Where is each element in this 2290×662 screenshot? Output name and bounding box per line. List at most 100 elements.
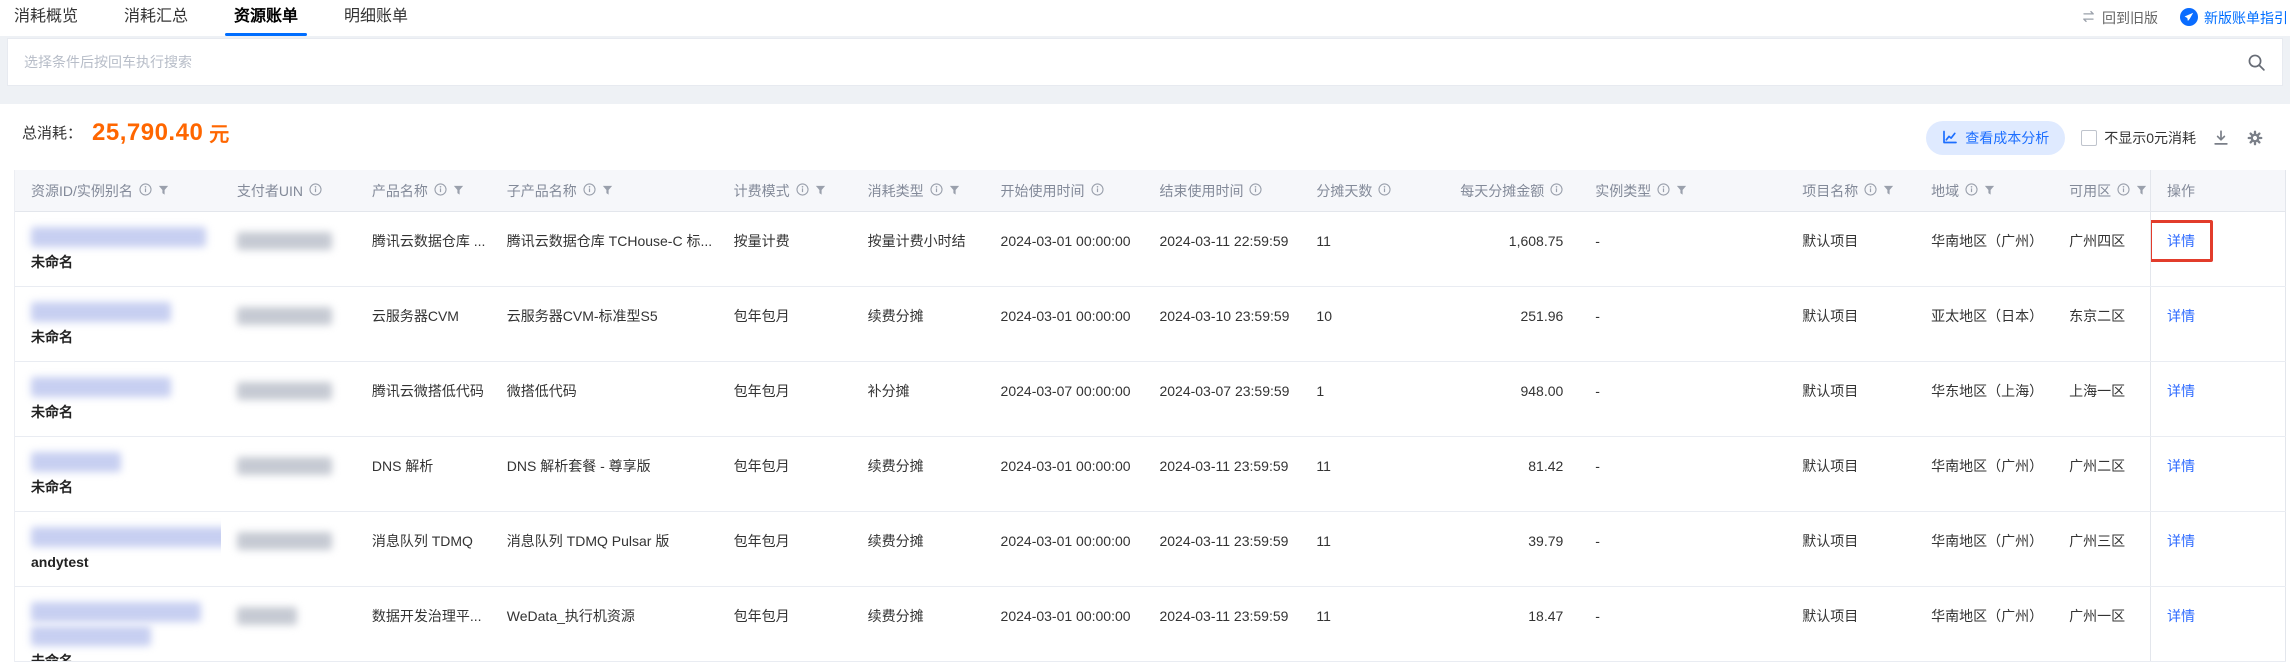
filter-icon[interactable] bbox=[815, 183, 826, 199]
back-to-old-version-link[interactable]: 回到旧版 bbox=[2081, 8, 2158, 28]
payer-uin-cell bbox=[221, 587, 356, 661]
detail-link[interactable]: 详情 bbox=[2167, 308, 2195, 324]
info-icon[interactable] bbox=[1657, 182, 1670, 199]
consume-type-cell: 续费分摊 bbox=[867, 308, 924, 324]
detail-link[interactable]: 详情 bbox=[2167, 608, 2195, 624]
end-time-cell: 2024-03-07 23:59:59 bbox=[1159, 383, 1290, 399]
instance-alias: andytest bbox=[31, 554, 89, 570]
info-icon[interactable] bbox=[434, 182, 447, 199]
filter-icon[interactable] bbox=[2136, 183, 2147, 199]
daily-amount-cell: 1,608.75 bbox=[1508, 233, 1564, 249]
billing-mode-cell: 包年包月 bbox=[733, 608, 790, 624]
detail-link[interactable]: 详情 bbox=[2151, 220, 2214, 262]
tab-consumption-overview[interactable]: 消耗概览 bbox=[14, 0, 78, 36]
column-header-label: 每天分摊金额 bbox=[1460, 182, 1545, 199]
info-icon[interactable] bbox=[139, 182, 152, 199]
info-icon[interactable] bbox=[1550, 182, 1563, 199]
tab-consumption-summary[interactable]: 消耗汇总 bbox=[124, 0, 188, 36]
info-icon[interactable] bbox=[1249, 182, 1263, 199]
search-icon[interactable] bbox=[2247, 53, 2266, 72]
project-name-cell: 默认项目 bbox=[1802, 308, 1859, 324]
resource-id-link-redacted[interactable] bbox=[31, 527, 221, 547]
table-row: 未命名 腾讯云数据仓库 ... 腾讯云数据仓库 TCHouse-C 标... 按… bbox=[15, 212, 2286, 287]
filter-icon[interactable] bbox=[158, 183, 169, 199]
daily-amount-cell: 18.47 bbox=[1528, 608, 1564, 624]
info-icon[interactable] bbox=[583, 182, 596, 199]
search-input[interactable] bbox=[8, 54, 2247, 70]
sub-product-cell: 云服务器CVM-标准型S5 bbox=[506, 308, 658, 324]
end-time-cell: 2024-03-11 23:59:59 bbox=[1159, 608, 1289, 624]
filter-icon[interactable] bbox=[949, 183, 960, 199]
filter-icon[interactable] bbox=[1883, 183, 1894, 199]
info-icon[interactable] bbox=[309, 182, 322, 199]
column-header: 分摊天数 bbox=[1300, 170, 1442, 211]
project-name-cell: 默认项目 bbox=[1802, 458, 1859, 474]
region-cell: 华南地区（广州） bbox=[1931, 458, 2044, 474]
resource-id-cell: andytest bbox=[15, 512, 221, 586]
product-name-cell: 消息队列 TDMQ bbox=[371, 533, 473, 549]
info-icon[interactable] bbox=[930, 182, 943, 199]
end-time-cell: 2024-03-10 23:59:59 bbox=[1159, 308, 1290, 324]
sub-product-cell: 腾讯云数据仓库 TCHouse-C 标... bbox=[506, 233, 713, 249]
hide-zero-checkbox[interactable] bbox=[2081, 130, 2098, 146]
tab-detail-bill[interactable]: 明细账单 bbox=[344, 0, 408, 36]
info-icon[interactable] bbox=[1378, 182, 1391, 199]
daily-amount-cell: 948.00 bbox=[1520, 383, 1564, 399]
amortize-days-cell: 1 bbox=[1316, 383, 1325, 399]
region-cell: 亚太地区（日本） bbox=[1931, 308, 2044, 324]
resource-id-link-redacted[interactable] bbox=[31, 452, 121, 472]
instance-type-cell: - bbox=[1595, 383, 1600, 399]
product-name-cell: 数据开发治理平... bbox=[371, 608, 482, 624]
payer-uin-redacted bbox=[236, 607, 297, 625]
filter-icon[interactable] bbox=[602, 183, 613, 199]
filter-icon[interactable] bbox=[1676, 183, 1687, 199]
column-header-label: 项目名称 bbox=[1802, 182, 1859, 199]
tab-bar-right: 回到旧版 新版账单指引 bbox=[2081, 0, 2288, 36]
info-icon[interactable] bbox=[796, 182, 809, 199]
info-icon[interactable] bbox=[1864, 182, 1877, 199]
column-header-label: 支付者UIN bbox=[236, 182, 304, 199]
start-time-cell: 2024-03-01 00:00:00 bbox=[1000, 608, 1131, 624]
payer-uin-redacted bbox=[236, 457, 332, 475]
start-time-cell: 2024-03-01 00:00:00 bbox=[1000, 533, 1131, 549]
filter-icon[interactable] bbox=[1984, 183, 1995, 199]
info-icon[interactable] bbox=[1090, 182, 1104, 199]
zone-cell: 广州二区 bbox=[2069, 458, 2126, 474]
column-header-label: 操作 bbox=[2167, 182, 2196, 199]
resource-id-line2-redacted bbox=[31, 626, 151, 646]
detail-link[interactable]: 详情 bbox=[2167, 533, 2195, 549]
table-body: 未命名 腾讯云数据仓库 ... 腾讯云数据仓库 TCHouse-C 标... 按… bbox=[15, 212, 2286, 662]
column-header-label: 开始使用时间 bbox=[1000, 182, 1085, 199]
sub-product-cell: DNS 解析套餐 - 尊享版 bbox=[506, 458, 651, 474]
instance-alias: 未命名 bbox=[31, 404, 73, 420]
resource-id-link-redacted[interactable] bbox=[31, 302, 171, 322]
detail-link[interactable]: 详情 bbox=[2167, 383, 2195, 399]
resource-id-link-redacted[interactable] bbox=[31, 227, 206, 247]
guide-compass-icon bbox=[2180, 7, 2198, 29]
consume-type-cell: 续费分摊 bbox=[867, 608, 924, 624]
info-icon[interactable] bbox=[1965, 182, 1978, 199]
payer-uin-redacted bbox=[236, 307, 332, 325]
resource-id-link-redacted[interactable] bbox=[31, 377, 171, 397]
column-header: 实例类型 bbox=[1579, 170, 1786, 211]
daily-amount-cell: 81.42 bbox=[1528, 458, 1564, 474]
total-consumption: 总消耗： 25,790.40 元 bbox=[22, 118, 229, 147]
instance-type-cell: - bbox=[1595, 458, 1600, 474]
total-consumption-unit: 元 bbox=[209, 124, 230, 146]
daily-amount-cell: 251.96 bbox=[1520, 308, 1564, 324]
region-cell: 华南地区（广州） bbox=[1931, 608, 2044, 624]
column-header: 资源ID/实例别名 bbox=[15, 170, 221, 211]
resource-id-cell: 未命名 bbox=[15, 287, 221, 361]
new-bill-guide-link[interactable]: 新版账单指引 bbox=[2180, 7, 2288, 29]
download-icon[interactable] bbox=[2212, 129, 2230, 147]
view-cost-analysis-button[interactable]: 查看成本分析 bbox=[1926, 121, 2066, 155]
action-cell: 详情 bbox=[2150, 512, 2286, 586]
tab-resource-bill[interactable]: 资源账单 bbox=[225, 0, 308, 36]
zone-cell: 广州四区 bbox=[2069, 233, 2126, 249]
detail-link[interactable]: 详情 bbox=[2167, 458, 2195, 474]
filter-icon[interactable] bbox=[453, 183, 464, 199]
settings-gear-icon[interactable] bbox=[2246, 129, 2264, 147]
resource-id-link-redacted[interactable] bbox=[31, 602, 201, 622]
resource-id-cell: 未命名 bbox=[15, 362, 221, 436]
info-icon[interactable] bbox=[2117, 182, 2130, 199]
